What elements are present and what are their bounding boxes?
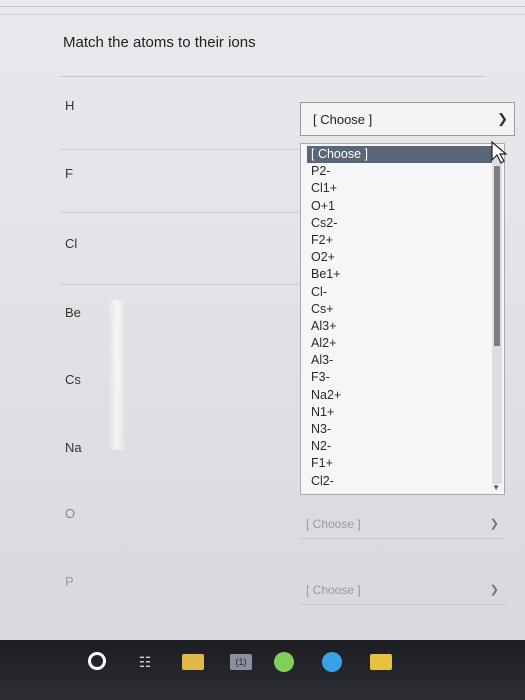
cortana-icon[interactable] — [88, 652, 106, 670]
dropdown-option[interactable]: O2+ — [301, 249, 504, 266]
mouse-cursor-icon — [491, 140, 508, 164]
atom-label-f: F — [65, 166, 73, 181]
select-o-value: [ Choose ] — [306, 517, 361, 531]
select-h-value: [ Choose ] — [313, 112, 373, 127]
dropdown-option[interactable]: O+1 — [301, 198, 504, 215]
dropdown-option[interactable]: Cl1+ — [301, 180, 504, 197]
dropdown-option[interactable]: Al3+ — [301, 318, 504, 335]
chevron-down-icon: ❯ — [497, 111, 508, 126]
task-view-icon[interactable]: ☷ — [134, 652, 156, 672]
dropdown-scrollbar[interactable] — [492, 148, 502, 484]
scrollbar-thumb[interactable] — [494, 166, 500, 346]
atom-label-na: Na — [65, 440, 82, 455]
scroll-down-arrow-icon[interactable]: ▼ — [492, 483, 500, 492]
divider — [0, 14, 525, 15]
mail-icon[interactable]: (1) — [230, 654, 252, 670]
dropdown-option[interactable]: F3- — [301, 369, 504, 386]
divider — [60, 76, 485, 77]
dropdown-option[interactable]: Cl- — [301, 284, 504, 301]
atom-label-p: P — [65, 574, 74, 589]
divider — [60, 212, 305, 213]
select-h[interactable]: [ Choose ] ❯ — [300, 102, 515, 136]
question-title: Match the atoms to their ions — [63, 34, 256, 51]
dropdown-option[interactable]: N1+ — [301, 404, 504, 421]
dropdown-option[interactable]: Be1+ — [301, 266, 504, 283]
divider — [60, 284, 305, 285]
screen-glare — [108, 300, 126, 450]
dropdown-option[interactable]: Al3- — [301, 352, 504, 369]
atom-label-cs: Cs — [65, 372, 81, 387]
atom-label-be: Be — [65, 305, 81, 320]
dropdown-option[interactable]: F2+ — [301, 232, 504, 249]
select-p-value: [ Choose ] — [306, 583, 361, 597]
select-o[interactable]: [ Choose ] ❯ — [300, 514, 505, 539]
dropdown-option[interactable]: [ Choose ] — [307, 146, 492, 164]
dropdown-option[interactable]: N3- — [301, 421, 504, 438]
divider — [0, 6, 525, 7]
spotify-icon[interactable] — [274, 652, 294, 672]
select-p[interactable]: [ Choose ] ❯ — [300, 580, 505, 605]
dropdown-option[interactable]: Cs+ — [301, 301, 504, 318]
dropdown-option[interactable]: Na2+ — [301, 387, 504, 404]
browser-icon[interactable] — [322, 652, 342, 672]
dropdown-list[interactable]: [ Choose ] P2- Cl1+ O+1 Cs2- F2+ O2+ Be1… — [300, 143, 505, 495]
dropdown-option[interactable]: Cs2- — [301, 215, 504, 232]
chevron-down-icon: ❯ — [489, 518, 499, 530]
divider — [60, 149, 305, 150]
dropdown-option[interactable]: Cl2- — [301, 473, 504, 490]
dropdown-option[interactable]: P2- — [301, 163, 504, 180]
chevron-down-icon: ❯ — [489, 584, 499, 596]
taskbar: ☷ (1) — [0, 640, 525, 700]
atom-label-h: H — [65, 98, 75, 113]
atom-label-o: O — [65, 506, 76, 521]
mail-badge: (1) — [235, 657, 247, 667]
atom-label-cl: Cl — [65, 236, 78, 251]
app-icon[interactable] — [370, 654, 392, 670]
dropdown-option[interactable]: N2- — [301, 438, 504, 455]
dropdown-option[interactable]: F1+ — [301, 455, 504, 472]
quiz-page: Match the atoms to their ions H F Cl Be … — [0, 0, 525, 640]
file-explorer-icon[interactable] — [182, 654, 204, 670]
dropdown-option[interactable]: Al2+ — [301, 335, 504, 352]
